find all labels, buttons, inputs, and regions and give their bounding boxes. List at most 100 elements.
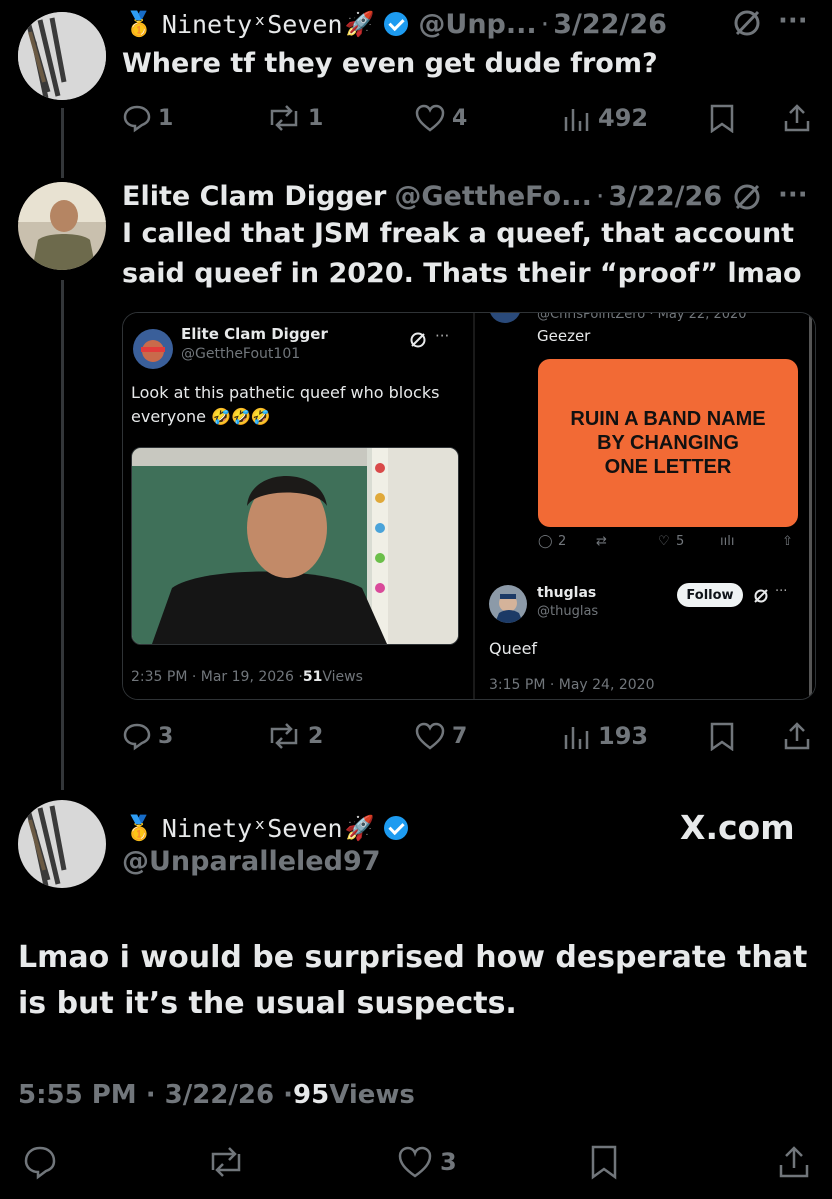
tweet1-date[interactable]: 3/22/26 <box>553 9 667 40</box>
embedded-top-avatar <box>489 313 521 323</box>
embedded-right-top-handle: @ChrisPointZero · May 22, 2020 <box>537 313 747 322</box>
repost-button[interactable]: 1 <box>266 103 323 133</box>
reply-count: 1 <box>158 105 174 131</box>
share-icon <box>779 1146 809 1178</box>
tweet2-text-line2: said queef in 2020. Thats their “proof” … <box>122 258 802 289</box>
tweet1-author-name[interactable]: NinetyˣSeven <box>162 10 343 39</box>
tweet2-author-name[interactable]: Elite Clam Digger <box>122 181 386 212</box>
main-views-label: Views <box>329 1080 415 1110</box>
embedded-left-text-line2: everyone 🤣🤣🤣 <box>131 407 271 426</box>
share-icon <box>784 722 810 750</box>
more-options-icon[interactable]: ··· <box>778 180 808 210</box>
band-image-text-line3: ONE LETTER <box>604 456 732 478</box>
tweet2-header: Elite Clam Digger @GettheFo... · 3/22/26 <box>122 176 722 216</box>
views-icon: ıılı <box>720 533 735 549</box>
repost-icon <box>270 105 298 131</box>
more-options-icon: ··· <box>775 584 788 599</box>
bookmark-button[interactable] <box>588 1144 620 1180</box>
bookmark-button[interactable] <box>708 103 736 133</box>
main-views-count: 95 <box>293 1080 330 1110</box>
heart-icon <box>398 1146 432 1178</box>
reply-icon <box>123 723 151 751</box>
like-count: 3 <box>440 1148 457 1176</box>
bookmark-icon <box>710 104 734 133</box>
repost-icon: ⇄ <box>596 533 607 549</box>
rocket-icon: 🚀 <box>344 10 375 38</box>
grok-icon[interactable] <box>732 8 762 38</box>
grok-icon[interactable] <box>732 182 762 212</box>
views-count: 492 <box>598 104 649 132</box>
tweet2-actions: 3 2 7 193 <box>122 716 812 756</box>
share-icon: ⇧ <box>782 533 793 549</box>
avatar-elite-clam-digger[interactable] <box>18 182 106 270</box>
thread-line <box>61 108 64 178</box>
main-time[interactable]: 5:55 PM · 3/22/26 · <box>18 1080 293 1110</box>
thuglas-avatar <box>489 585 527 623</box>
embedded-like-count: 5 <box>676 533 685 549</box>
reply-button[interactable]: 3 <box>122 721 173 751</box>
bookmark-icon <box>591 1145 617 1180</box>
views-button[interactable]: 193 <box>562 721 648 751</box>
embedded-reply-time: 3:15 PM · May 24, 2020 <box>489 677 655 693</box>
main-author-row: 🥇 NinetyˣSeven 🚀 <box>124 808 409 848</box>
repost-button[interactable] <box>206 1144 246 1180</box>
views-icon <box>564 727 589 749</box>
views-icon <box>564 109 589 131</box>
main-handle[interactable]: @Unparalleled97 <box>122 846 381 877</box>
share-button[interactable] <box>782 103 812 133</box>
reply-icon <box>24 1146 56 1180</box>
like-button[interactable]: 3 <box>396 1144 457 1180</box>
repost-icon <box>211 1147 241 1177</box>
tweet2-media[interactable]: Elite Clam Digger @GettheFout101 ··· Loo… <box>122 312 816 700</box>
reply-button[interactable]: 1 <box>122 103 173 133</box>
embedded-left-text-line1: Look at this pathetic queef who blocks <box>131 383 440 402</box>
bookmark-button[interactable] <box>708 721 736 751</box>
repost-icon <box>270 723 298 749</box>
separator: · <box>540 8 550 40</box>
main-author-name[interactable]: NinetyˣSeven <box>162 814 343 843</box>
medal-icon: 🥇 <box>124 814 154 842</box>
heart-icon <box>415 722 445 750</box>
repost-button[interactable]: 2 <box>266 721 323 751</box>
media-scrollbar[interactable] <box>809 313 812 699</box>
band-image-text-line2: BY CHANGING <box>597 432 739 454</box>
main-actions: 3 <box>0 1140 832 1184</box>
reply-count: 3 <box>158 723 174 749</box>
verified-badge-icon <box>384 816 409 840</box>
tweet1-text: Where tf they even get dude from? <box>122 48 658 79</box>
embedded-reply-handle: @thuglas <box>537 604 599 619</box>
tweet2-text-line1: I called that JSM freak a queef, that ac… <box>122 218 795 249</box>
more-options-icon[interactable]: ··· <box>778 6 808 36</box>
views-count: 193 <box>598 722 649 750</box>
share-button[interactable] <box>782 721 812 751</box>
avatar-ninetyseven[interactable] <box>18 800 106 888</box>
grok-icon <box>753 588 769 604</box>
follow-button: Follow <box>677 583 743 607</box>
embedded-right-panel: @ChrisPointZero · May 22, 2020 Geezer RU… <box>475 313 815 699</box>
repost-count: 2 <box>308 723 324 749</box>
tweet2-handle[interactable]: @GettheFo... <box>394 181 592 212</box>
views-button[interactable]: 492 <box>562 103 648 133</box>
like-button[interactable]: 4 <box>414 103 467 133</box>
tweet1-handle[interactable]: @Unp... <box>418 9 536 40</box>
embedded-reply-text: Queef <box>489 639 538 658</box>
avatar-ninetyseven[interactable] <box>18 12 106 100</box>
more-options-icon: ··· <box>435 327 450 345</box>
brand-watermark: X.com <box>680 808 795 847</box>
reply-icon <box>123 105 151 133</box>
band-image-text-line1: RUIN A BAND NAME <box>570 408 766 430</box>
rocket-icon: 🚀 <box>344 814 375 842</box>
like-button[interactable]: 7 <box>414 721 467 751</box>
embedded-left-name: Elite Clam Digger <box>181 325 328 343</box>
medal-icon: 🥇 <box>124 10 154 38</box>
embedded-avatar <box>133 329 173 369</box>
embedded-left-photo <box>131 447 459 645</box>
tweet1-actions: 1 1 4 492 <box>122 98 812 138</box>
avatar-image <box>18 800 106 888</box>
tweet2-date[interactable]: 3/22/26 <box>608 181 722 212</box>
main-text-line1: Lmao i would be surprised how desperate … <box>18 940 808 975</box>
bookmark-icon <box>710 722 734 751</box>
share-button[interactable] <box>776 1144 812 1180</box>
reply-button[interactable] <box>22 1144 58 1180</box>
share-icon <box>784 104 810 132</box>
